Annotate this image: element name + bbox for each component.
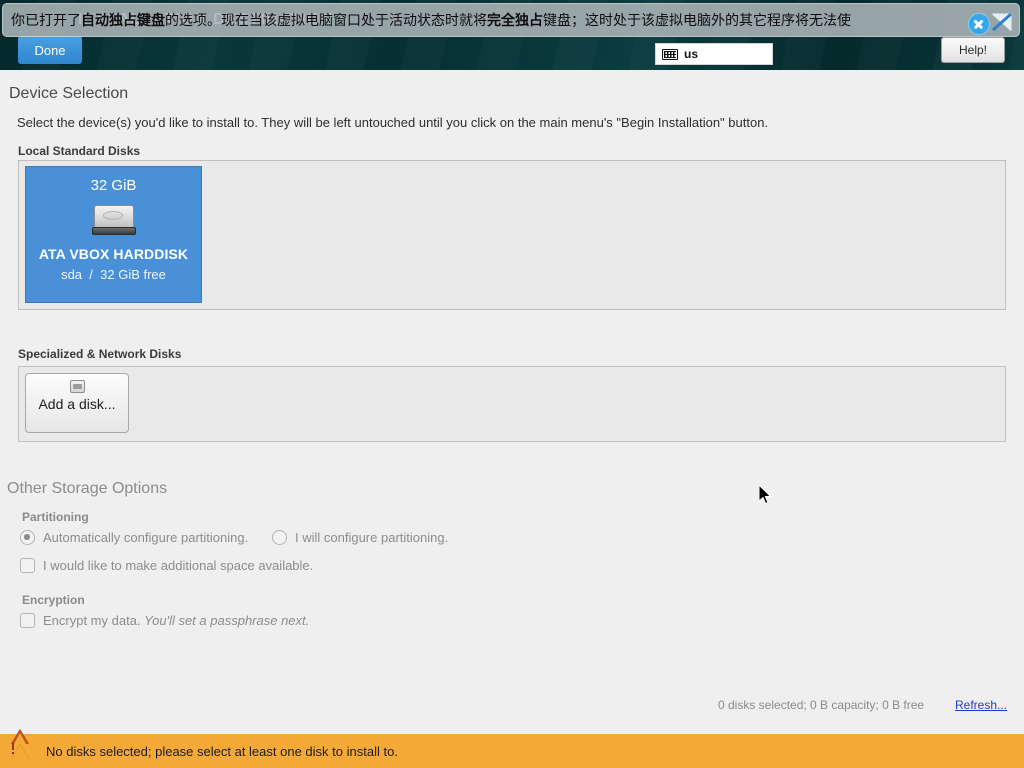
- additional-space-option[interactable]: I would like to make additional space av…: [20, 558, 313, 573]
- keyboard-layout-indicator[interactable]: us: [655, 43, 773, 65]
- manual-partitioning-radio[interactable]: [272, 530, 287, 545]
- encrypt-data-option[interactable]: Encrypt my data. You'll set a passphrase…: [20, 613, 309, 628]
- help-button[interactable]: Help!: [941, 37, 1005, 63]
- keyboard-layout-label: us: [684, 47, 699, 61]
- disk-device-node: sda: [61, 267, 83, 282]
- additional-space-checkbox[interactable]: [20, 558, 35, 573]
- encrypt-data-hint: You'll set a passphrase next.: [144, 613, 310, 628]
- close-icon[interactable]: [968, 13, 990, 35]
- notice-part-1: 你已打开了: [11, 12, 81, 28]
- vbox-keyboard-notification: 你已打开了自动独占键盘的选项。现在当该虚拟电脑窗口处于活动状态时就将完全独占键盘…: [2, 3, 1020, 37]
- page-description: Select the device(s) you'd like to insta…: [17, 115, 769, 130]
- vbox-notification-text: 你已打开了自动独占键盘的选项。现在当该虚拟电脑窗口处于活动状态时就将完全独占键盘…: [11, 13, 851, 27]
- disk-tile-sda[interactable]: 32 GiB ATA VBOX HARDDISK sda / 32 GiB fr…: [25, 166, 202, 303]
- add-disk-icon: [69, 380, 85, 393]
- other-storage-options-title: Other Storage Options: [7, 480, 168, 497]
- refresh-link[interactable]: Refresh...: [955, 698, 1007, 712]
- notice-part-3: 键盘；这时处于该虚拟电脑外的其它程序将无法使: [543, 12, 851, 28]
- local-disks-panel: 32 GiB ATA VBOX HARDDISK sda / 32 GiB fr…: [18, 160, 1006, 310]
- warning-message: No disks selected; please select at leas…: [46, 743, 398, 759]
- auto-partitioning-radio[interactable]: [20, 530, 35, 545]
- disk-device-info: sda / 32 GiB free: [61, 267, 166, 282]
- page-title: Device Selection: [9, 85, 129, 102]
- warning-exclamation-dot: [12, 752, 14, 754]
- manual-partitioning-label: I will configure partitioning.: [295, 530, 449, 545]
- add-a-disk-button[interactable]: Add a disk...: [25, 373, 129, 433]
- encrypt-data-label: Encrypt my data. You'll set a passphrase…: [43, 613, 309, 628]
- keyboard-icon: [662, 48, 678, 60]
- disk-capacity: 32 GiB: [90, 177, 137, 194]
- specialized-network-disks-label: Specialized & Network Disks: [18, 347, 182, 361]
- local-standard-disks-label: Local Standard Disks: [18, 144, 141, 158]
- add-disk-label: Add a disk...: [38, 396, 116, 412]
- disk-free-space: 32 GiB free: [100, 267, 166, 282]
- specialized-disks-panel: Add a disk...: [18, 366, 1006, 442]
- auto-partitioning-option[interactable]: Automatically configure partitioning.: [20, 530, 248, 545]
- partitioning-group-label: Partitioning: [22, 510, 89, 524]
- warning-bar: No disks selected; please select at leas…: [0, 728, 1024, 768]
- encryption-group-label: Encryption: [22, 593, 85, 607]
- notice-bold-1: 自动独占键盘: [81, 12, 165, 28]
- encrypt-data-checkbox[interactable]: [20, 613, 35, 628]
- manual-partitioning-option[interactable]: I will configure partitioning.: [272, 530, 448, 545]
- additional-space-label: I would like to make additional space av…: [43, 558, 314, 573]
- notice-part-2: 的选项。现在当该虚拟电脑窗口处于活动状态时就将: [165, 12, 487, 28]
- notice-bold-2: 完全独占: [487, 12, 543, 28]
- installation-destination-screen: INSTALLATION DESTINATION Done Help! us 你…: [0, 0, 1024, 768]
- arrow-icon[interactable]: [990, 11, 1014, 33]
- disk-model-name: ATA VBOX HARDDISK: [38, 246, 189, 262]
- disk-selection-summary: 0 disks selected; 0 B capacity; 0 B free: [718, 698, 925, 712]
- hard-disk-icon: [91, 203, 136, 237]
- encrypt-data-text: Encrypt my data.: [43, 613, 141, 628]
- auto-partitioning-label: Automatically configure partitioning.: [43, 530, 249, 545]
- warning-exclamation-stem: [12, 743, 14, 750]
- done-button[interactable]: Done: [18, 36, 82, 64]
- main-content: Device Selection Select the device(s) yo…: [0, 70, 1024, 734]
- disk-info-separator: /: [89, 267, 93, 282]
